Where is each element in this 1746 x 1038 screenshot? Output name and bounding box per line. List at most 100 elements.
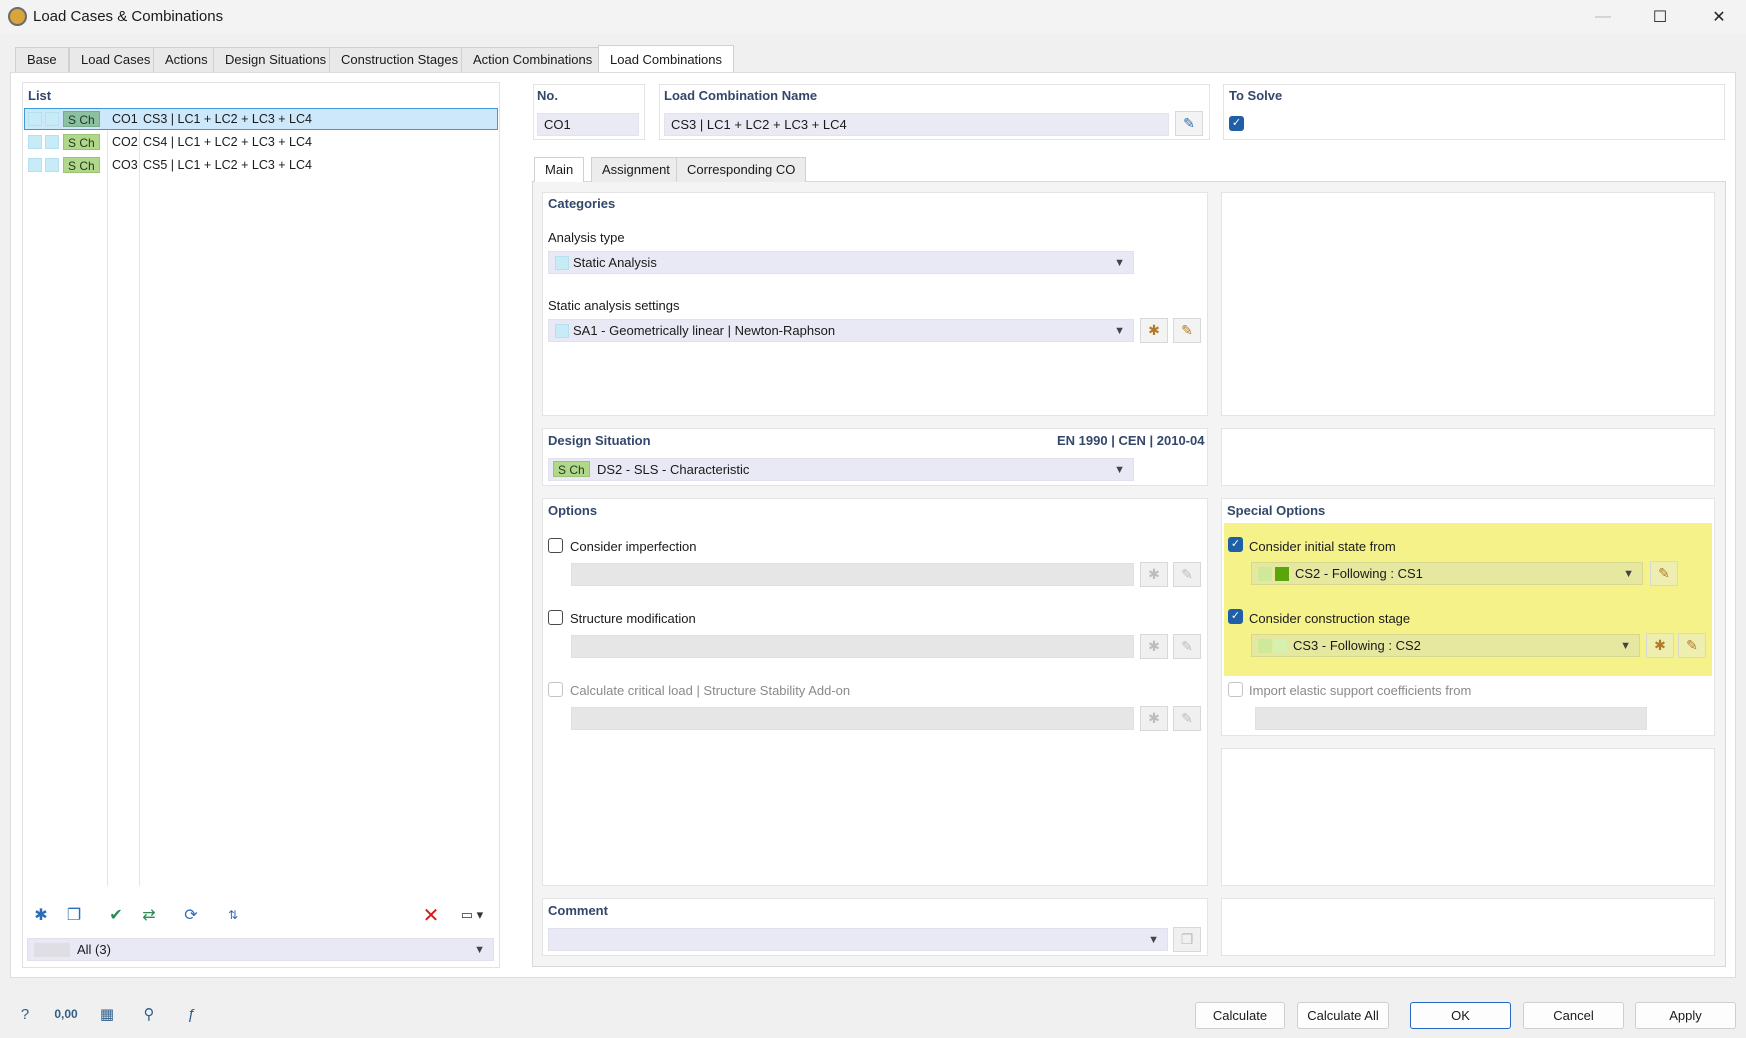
list-divider xyxy=(139,108,140,886)
name-label: Load Combination Name xyxy=(664,88,818,103)
number-label: No. xyxy=(537,88,558,103)
filter-swatch xyxy=(34,943,70,957)
ok-button[interactable]: OK xyxy=(1410,1002,1511,1029)
edit-settings-button[interactable]: ✎ xyxy=(1173,318,1201,343)
tab-main[interactable]: Main xyxy=(534,157,585,182)
list-item[interactable]: S Ch CO3 CS5 | LC1 + LC2 + LC3 + LC4 xyxy=(24,154,498,176)
color-swatch xyxy=(28,135,42,149)
analysis-type-value: Static Analysis xyxy=(573,255,657,270)
categories-side-panel xyxy=(1221,192,1715,416)
list-item-id: CO2 xyxy=(112,135,138,149)
color-swatch xyxy=(45,135,59,149)
tab-actions[interactable]: Actions xyxy=(153,47,220,72)
initial-state-value: CS2 - Following : CS1 xyxy=(1295,566,1423,581)
color-swatch xyxy=(555,256,569,270)
design-situation-select[interactable]: S Ch DS2 - SLS - Characteristic ▼ xyxy=(548,458,1134,481)
chevron-down-icon: ▼ xyxy=(1623,568,1634,580)
edit-construction-stage-button[interactable]: ✎ xyxy=(1678,633,1706,658)
design-situation-side-panel xyxy=(1221,428,1715,486)
list-filter-select[interactable]: All (3) ▼ xyxy=(27,938,494,961)
display-properties-icon[interactable]: ▦ xyxy=(92,1000,122,1028)
construction-stage-checkbox[interactable]: ✓ xyxy=(1228,609,1243,624)
help-icon[interactable]: ? xyxy=(10,1000,40,1028)
to-solve-checkbox[interactable]: ✓ xyxy=(1229,116,1244,131)
new-construction-stage-button[interactable]: ✱ xyxy=(1646,633,1674,658)
new-critical-load-button[interactable]: ✱ xyxy=(1140,706,1168,731)
imperfection-field xyxy=(571,563,1134,586)
critical-load-checkbox[interactable] xyxy=(548,682,563,697)
tab-load-combinations[interactable]: Load Combinations xyxy=(598,45,735,73)
calculate-button[interactable]: Calculate xyxy=(1195,1002,1285,1029)
new-item-icon[interactable]: ✱ xyxy=(27,902,55,928)
tab-corresponding-co[interactable]: Corresponding CO xyxy=(676,157,807,182)
color-swatch xyxy=(1275,567,1289,581)
design-standard: EN 1990 | CEN | 2010-04 xyxy=(1057,433,1205,448)
copy-item-icon[interactable]: ❐ xyxy=(60,902,88,928)
minimize-button[interactable]: — xyxy=(1580,0,1626,34)
tab-design-situations[interactable]: Design Situations xyxy=(213,47,339,72)
comment-library-button[interactable]: ❐ xyxy=(1173,927,1201,952)
name-field[interactable]: CS3 | LC1 + LC2 + LC3 + LC4 xyxy=(664,113,1169,136)
list-item[interactable]: S Ch CO2 CS4 | LC1 + LC2 + LC3 + LC4 xyxy=(24,131,498,153)
tab-action-combinations[interactable]: Action Combinations xyxy=(461,47,605,72)
filter-icon[interactable]: ⚲ xyxy=(134,1000,164,1028)
initial-state-select[interactable]: CS2 - Following : CS1 ▼ xyxy=(1251,562,1643,585)
comment-header: Comment xyxy=(548,903,608,918)
cancel-button[interactable]: Cancel xyxy=(1523,1002,1624,1029)
edit-name-button[interactable]: ✎ xyxy=(1175,111,1203,136)
settings-select[interactable]: SA1 - Geometrically linear | Newton-Raph… xyxy=(548,319,1134,342)
category-badge: S Ch xyxy=(63,134,100,150)
new-modification-button[interactable]: ✱ xyxy=(1140,634,1168,659)
structure-modification-checkbox[interactable] xyxy=(548,610,563,625)
formula-icon[interactable]: ƒ xyxy=(176,1000,206,1028)
close-button[interactable]: ✕ xyxy=(1696,0,1742,34)
delete-icon[interactable]: ✕ xyxy=(417,902,445,928)
edit-critical-load-button[interactable]: ✎ xyxy=(1173,706,1201,731)
elastic-support-label: Import elastic support coefficients from xyxy=(1249,683,1472,698)
check-all-icon[interactable]: ✔ xyxy=(102,902,130,928)
renumber-icon[interactable]: ⟳ xyxy=(177,902,205,928)
categories-header: Categories xyxy=(548,196,616,211)
number-field[interactable]: CO1 xyxy=(537,113,639,136)
sort-numbers-icon[interactable]: ⇅ xyxy=(219,902,247,928)
units-icon[interactable]: 0,00 xyxy=(51,1000,81,1028)
list-item[interactable]: S Ch CO1 CS3 | LC1 + LC2 + LC3 + LC4 xyxy=(24,108,498,130)
special-options-side-panel xyxy=(1221,748,1715,886)
imperfection-checkbox[interactable] xyxy=(548,538,563,553)
tab-construction-stages[interactable]: Construction Stages xyxy=(329,47,471,72)
chevron-down-icon: ▼ xyxy=(1620,640,1631,652)
toggle-check-icon[interactable]: ⇄ xyxy=(135,902,163,928)
tab-base[interactable]: Base xyxy=(15,47,69,72)
edit-imperfection-button[interactable]: ✎ xyxy=(1173,562,1201,587)
construction-stage-select[interactable]: CS3 - Following : CS2 ▼ xyxy=(1251,634,1640,657)
initial-state-checkbox[interactable]: ✓ xyxy=(1228,537,1243,552)
analysis-type-select[interactable]: Static Analysis ▼ xyxy=(548,251,1134,274)
design-situation-value: DS2 - SLS - Characteristic xyxy=(597,462,750,477)
category-badge: S Ch xyxy=(63,111,100,127)
comment-input[interactable]: ▼ xyxy=(548,928,1168,951)
chevron-down-icon: ▼ xyxy=(1114,257,1125,269)
window-title: Load Cases & Combinations xyxy=(33,8,224,25)
structure-modification-field xyxy=(571,635,1134,658)
new-settings-button[interactable]: ✱ xyxy=(1140,318,1168,343)
edit-initial-state-button[interactable]: ✎ xyxy=(1650,561,1678,586)
filter-value: All (3) xyxy=(77,942,111,957)
calculate-all-button[interactable]: Calculate All xyxy=(1297,1002,1389,1029)
color-swatch xyxy=(555,324,569,338)
maximize-button[interactable]: ☐ xyxy=(1637,0,1683,34)
tab-load-cases[interactable]: Load Cases xyxy=(69,47,163,72)
tab-assignment[interactable]: Assignment xyxy=(591,157,681,182)
app-logo-icon xyxy=(8,7,27,26)
new-imperfection-button[interactable]: ✱ xyxy=(1140,562,1168,587)
special-options-header: Special Options xyxy=(1227,503,1326,518)
initial-state-label: Consider initial state from xyxy=(1249,539,1396,554)
elastic-support-checkbox[interactable] xyxy=(1228,682,1243,697)
view-options-icon[interactable]: ▭ ▾ xyxy=(451,902,493,928)
list-header: List xyxy=(28,88,52,103)
edit-modification-button[interactable]: ✎ xyxy=(1173,634,1201,659)
elastic-support-field xyxy=(1255,707,1647,730)
settings-label: Static analysis settings xyxy=(548,298,680,313)
apply-button[interactable]: Apply xyxy=(1635,1002,1736,1029)
color-swatch xyxy=(28,158,42,172)
list-item-id: CO3 xyxy=(112,158,138,172)
